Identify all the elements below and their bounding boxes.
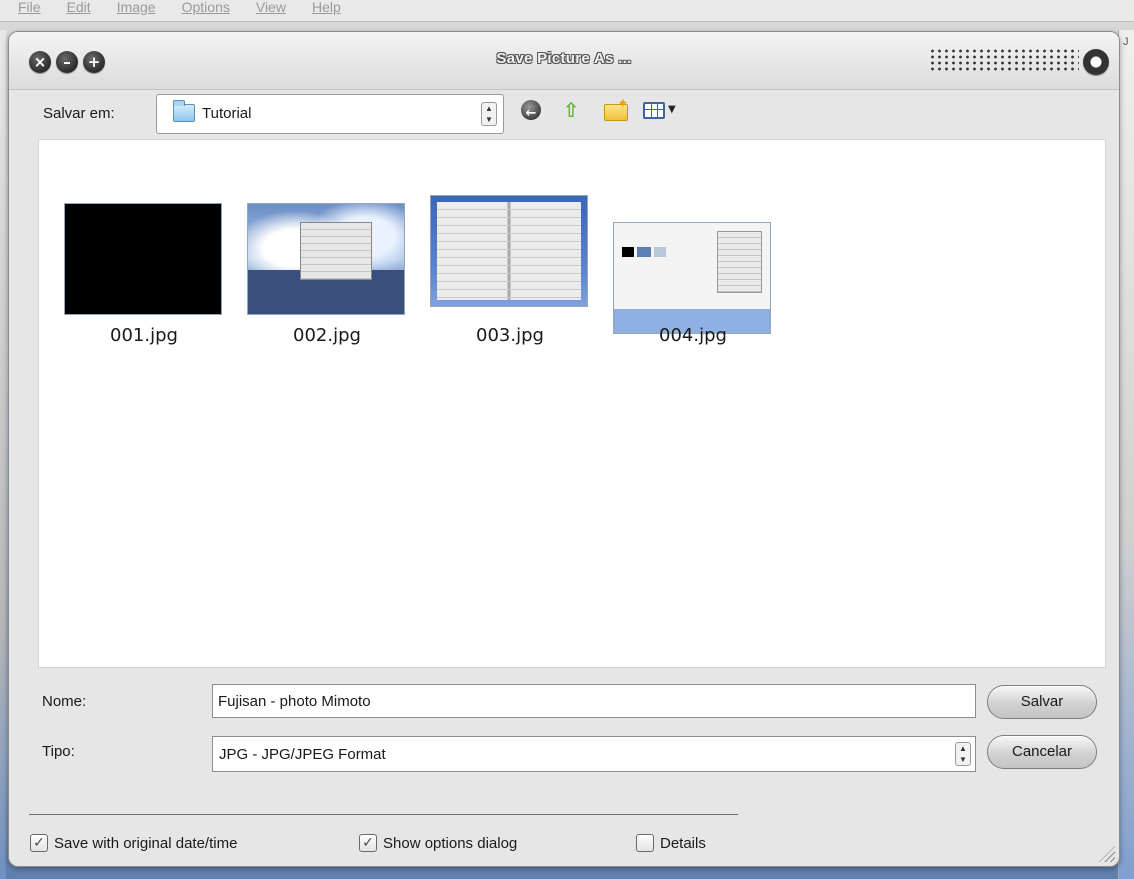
file-name: 003.jpg bbox=[476, 325, 544, 346]
select-stepper-icon[interactable]: ▲ ▼ bbox=[955, 742, 971, 766]
background-window-edge-right: J bbox=[1118, 30, 1134, 879]
titlebar-grip-pattern bbox=[929, 48, 1079, 72]
file-name-field[interactable] bbox=[212, 684, 976, 718]
save-picture-dialog: × – + Save Picture As ... Salvar em: Tut… bbox=[8, 31, 1120, 867]
checkbox-checked-icon[interactable]: ✓ bbox=[359, 834, 377, 852]
divider bbox=[29, 814, 738, 815]
checkbox-unchecked-icon[interactable] bbox=[636, 834, 654, 852]
menu-help[interactable]: Help bbox=[312, 0, 341, 15]
file-thumbnail bbox=[430, 195, 588, 307]
select-stepper-icon[interactable]: ▲ ▼ bbox=[481, 102, 497, 126]
folder-icon bbox=[173, 100, 195, 122]
file-item[interactable]: 001.jpg bbox=[49, 195, 229, 355]
details-checkbox[interactable]: Details bbox=[636, 831, 706, 855]
file-item[interactable]: 003.jpg bbox=[415, 195, 595, 355]
menu-edit[interactable]: Edit bbox=[67, 0, 91, 15]
save-in-folder-value: Tutorial bbox=[202, 105, 252, 122]
file-type-value: JPG - JPG/JPEG Format bbox=[219, 746, 386, 763]
grid-view-icon bbox=[643, 102, 665, 119]
file-type-label: Tipo: bbox=[42, 743, 75, 760]
file-item[interactable]: 002.jpg bbox=[232, 195, 412, 355]
file-name: 001.jpg bbox=[110, 325, 178, 346]
cancel-button[interactable]: Cancelar bbox=[987, 735, 1097, 769]
back-icon[interactable]: ← bbox=[517, 96, 545, 124]
new-folder-icon[interactable] bbox=[601, 90, 629, 124]
file-name-label: Nome: bbox=[42, 693, 87, 710]
save-button[interactable]: Salvar bbox=[987, 685, 1097, 719]
file-type-select[interactable]: JPG - JPG/JPEG Format ▲ ▼ bbox=[212, 736, 976, 772]
file-name: 002.jpg bbox=[293, 325, 361, 346]
background-letter: J bbox=[1123, 36, 1129, 48]
menu-file[interactable]: File bbox=[18, 0, 41, 15]
checkbox-checked-icon[interactable]: ✓ bbox=[30, 834, 48, 852]
chevron-down-icon: ▼ bbox=[668, 104, 676, 115]
title-bar[interactable]: × – + Save Picture As ... bbox=[9, 32, 1119, 90]
file-name: 004.jpg bbox=[659, 325, 727, 346]
up-folder-icon[interactable]: ⇧ bbox=[557, 96, 585, 124]
background-window-edge bbox=[0, 30, 6, 879]
checkbox-label: Details bbox=[660, 834, 706, 852]
save-in-folder-select[interactable]: Tutorial ▲ ▼ bbox=[156, 94, 504, 134]
save-in-label: Salvar em: bbox=[43, 105, 115, 122]
file-list-area[interactable]: 001.jpg 002.jpg 003.jpg 004.jpg bbox=[38, 139, 1106, 668]
file-thumbnail bbox=[247, 203, 405, 315]
toolbar-toggle-icon[interactable] bbox=[1083, 49, 1109, 75]
show-options-dialog-checkbox[interactable]: ✓ Show options dialog bbox=[359, 831, 517, 855]
menu-view[interactable]: View bbox=[256, 0, 286, 15]
file-thumbnail bbox=[64, 203, 222, 315]
menu-image[interactable]: Image bbox=[117, 0, 156, 15]
resize-grip-icon[interactable] bbox=[1099, 846, 1115, 862]
background-app-menubar: File Edit Image Options View Help bbox=[0, 0, 1134, 22]
checkbox-label: Show options dialog bbox=[383, 834, 518, 852]
view-menu-icon[interactable]: ▼ bbox=[639, 96, 679, 124]
file-thumbnail bbox=[613, 222, 771, 334]
save-original-date-checkbox[interactable]: ✓ Save with original date/time bbox=[30, 831, 237, 855]
file-item[interactable]: 004.jpg bbox=[598, 195, 778, 355]
menu-options[interactable]: Options bbox=[182, 0, 230, 15]
checkbox-label: Save with original date/time bbox=[54, 834, 238, 852]
